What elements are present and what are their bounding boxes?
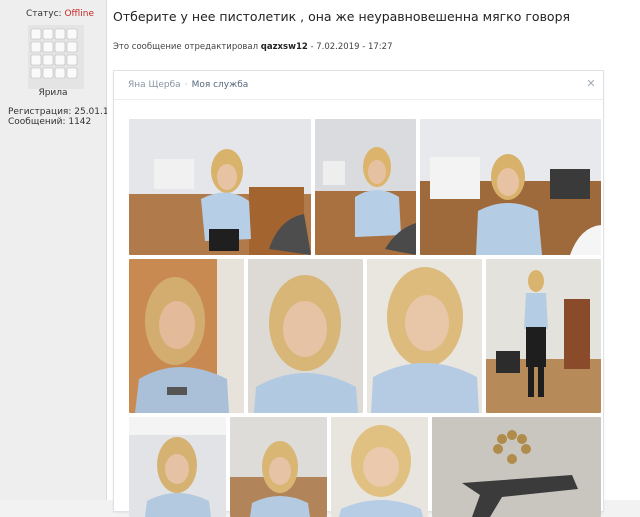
- album-photo-4[interactable]: [129, 259, 244, 413]
- username[interactable]: Ярила: [0, 88, 106, 98]
- photo-image: [129, 259, 244, 413]
- photo-image: [230, 417, 327, 517]
- photo-image: [129, 119, 311, 255]
- photo-image: [315, 119, 416, 255]
- user-status: Статус: Offline: [26, 9, 94, 19]
- photo-image: [248, 259, 363, 413]
- status-value: Offline: [64, 9, 94, 19]
- album-photo-11[interactable]: [432, 417, 601, 517]
- album-photo-6[interactable]: [367, 259, 482, 413]
- album-photo-3[interactable]: [420, 119, 601, 255]
- post-body: Отберите у нее пистолетик , она же неура…: [107, 0, 640, 517]
- album-photo-9[interactable]: [230, 417, 327, 517]
- photo-image: [129, 417, 226, 517]
- photo-image: [420, 119, 601, 255]
- album-photo-8[interactable]: [129, 417, 226, 517]
- album-photo-1[interactable]: [129, 119, 311, 255]
- breadcrumb-album[interactable]: Моя служба: [192, 80, 249, 90]
- editor-username[interactable]: qazxsw12: [261, 42, 308, 52]
- post-text: Отберите у нее пистолетик , она же неура…: [113, 9, 571, 24]
- embed-header: Яна Щерба · Моя служба ✕: [114, 71, 603, 100]
- photo-image: [432, 417, 601, 517]
- user-sidebar: Статус: Offline Ярила Регистрация: 25.01…: [0, 0, 114, 500]
- album-photo-5[interactable]: [248, 259, 363, 413]
- breadcrumb-author[interactable]: Яна Щерба: [128, 80, 181, 90]
- registration-date: Регистрация: 25.01.10: [8, 107, 115, 117]
- album-photo-2[interactable]: [315, 119, 416, 255]
- photo-image: [367, 259, 482, 413]
- vk-album-embed: Яна Щерба · Моя служба ✕: [113, 70, 604, 517]
- breadcrumb-separator: ·: [184, 80, 188, 90]
- photo-image: [331, 417, 428, 517]
- keyboard-avatar-icon: [28, 25, 84, 89]
- message-count: Сообщений: 1142: [8, 117, 92, 127]
- album-photo-7[interactable]: [486, 259, 601, 413]
- close-icon[interactable]: ✕: [585, 78, 597, 90]
- photo-image: [486, 259, 601, 413]
- breadcrumb: Яна Щерба · Моя служба: [128, 80, 248, 90]
- album-photo-10[interactable]: [331, 417, 428, 517]
- edit-note: Это сообщение отредактировал qazxsw12 - …: [113, 42, 393, 52]
- avatar[interactable]: [28, 25, 84, 89]
